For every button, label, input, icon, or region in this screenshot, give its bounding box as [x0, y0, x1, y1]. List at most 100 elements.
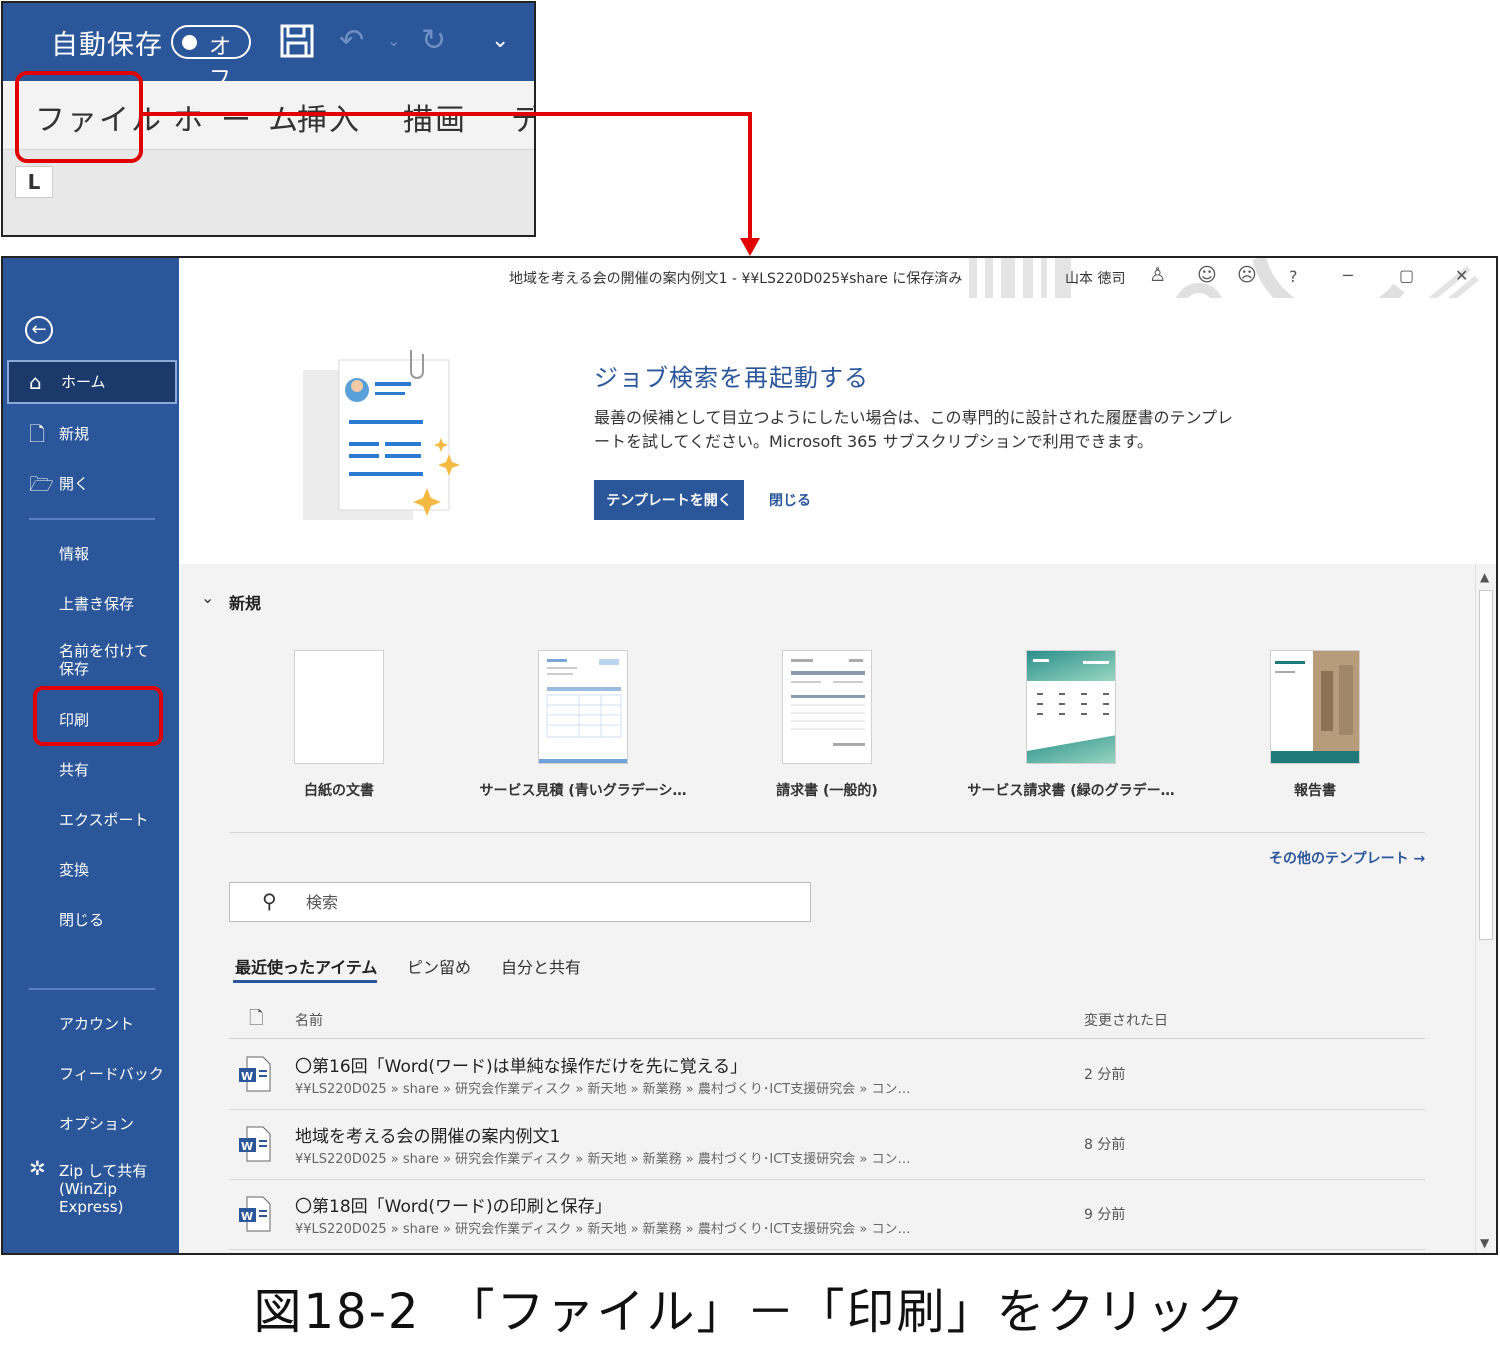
- sidebar-item-new[interactable]: 🗋 新規: [3, 412, 179, 456]
- vertical-scrollbar[interactable]: ▲ ▼: [1475, 564, 1496, 1253]
- sidebar-item-label: フィードバック: [59, 1065, 164, 1083]
- tab-insert[interactable]: 挿入: [297, 95, 361, 139]
- minimize-button[interactable]: ─: [1343, 266, 1353, 285]
- sidebar-item-save[interactable]: 上書き保存: [3, 582, 179, 626]
- tab-home[interactable]: ホーム: [173, 95, 316, 139]
- print-highlight-box: [33, 686, 163, 746]
- sidebar-item-home[interactable]: ⌂ ホーム: [7, 360, 177, 404]
- smile-icon[interactable]: ☺: [1197, 264, 1217, 286]
- word-file-icon: W: [239, 1056, 271, 1092]
- winzip-icon: ✲: [29, 1156, 46, 1180]
- promo-banner: ジョブ検索を再起動する 最善の候補として目立つようにしたい場合は、この専門的に設…: [179, 298, 1496, 564]
- sidebar-divider: [29, 518, 155, 520]
- template-thumbnail: [538, 650, 628, 764]
- table-row[interactable]: W 〇第18回「Word(ワード)の印刷と保存」 ¥¥LS220D025 » s…: [229, 1180, 1425, 1250]
- table-row[interactable]: W 〇第16回「Word(ワード)は単純な操作だけを先に覚える」 ¥¥LS220…: [229, 1040, 1425, 1110]
- column-header-name[interactable]: 名前: [295, 1010, 323, 1030]
- sidebar-item-transform[interactable]: 変換: [3, 848, 179, 892]
- template-service-invoice-green[interactable]: サービス請求書 (緑のグラデー…: [961, 650, 1181, 810]
- sidebar-item-options[interactable]: オプション: [3, 1102, 179, 1146]
- figure-caption: 図18-2 「ファイル」－「印刷」をクリック: [253, 1284, 1247, 1340]
- undo-icon[interactable]: ↶: [339, 23, 364, 59]
- scroll-up-icon[interactable]: ▲: [1480, 570, 1489, 584]
- sidebar-item-info[interactable]: 情報: [3, 532, 179, 576]
- word-file-icon: W: [239, 1126, 271, 1162]
- template-blank[interactable]: 白紙の文書: [229, 650, 449, 810]
- svg-text:W: W: [241, 1140, 253, 1153]
- section-divider: [229, 832, 1425, 833]
- search-input[interactable]: [306, 889, 786, 915]
- undo-dropdown-icon[interactable]: ⌄: [387, 23, 400, 59]
- sidebar-item-label: ホーム: [61, 373, 106, 391]
- scrollbar-thumb[interactable]: [1479, 590, 1493, 940]
- file-path: ¥¥LS220D025 » share » 研究会作業ディスク » 新天地 » …: [295, 1222, 911, 1237]
- close-banner-link[interactable]: 閉じる: [769, 490, 811, 510]
- template-thumbnail: [294, 650, 384, 764]
- modified-time: 8 分前: [1084, 1137, 1126, 1153]
- sidebar-item-label: 上書き保存: [59, 595, 135, 613]
- tab-stop-selector[interactable]: L: [15, 166, 53, 198]
- sidebar-item-share[interactable]: 共有: [3, 748, 179, 792]
- back-arrow-icon[interactable]: ←: [25, 316, 53, 344]
- resume-illustration-icon: [303, 350, 460, 520]
- template-thumbnail: [782, 650, 872, 764]
- sidebar-item-zip-share[interactable]: ✲ Zip して共有 (WinZip Express): [3, 1158, 163, 1228]
- backstage-window: ← ⌂ ホーム 🗋 新規 🗁 開く 情報 上書き保存 名前を付けて保存 印刷 共…: [1, 256, 1498, 1255]
- document-icon: 🗋: [29, 422, 46, 446]
- sidebar-item-account[interactable]: アカウント: [3, 1002, 179, 1046]
- arrow-head-icon: [740, 238, 760, 256]
- backstage-sidebar: ← ⌂ ホーム 🗋 新規 🗁 開く 情報 上書き保存 名前を付けて保存 印刷 共…: [3, 258, 179, 1253]
- template-caption: サービス請求書 (緑のグラデー…: [967, 783, 1175, 799]
- template-caption: 白紙の文書: [304, 783, 374, 799]
- template-caption: 請求書 (一般的): [776, 783, 878, 799]
- sidebar-item-label: 変換: [59, 861, 90, 879]
- template-caption: サービス見積 (青いグラデーシ…: [479, 783, 687, 799]
- sidebar-item-label: 共有: [59, 761, 90, 779]
- table-row[interactable]: W 地域を考える会の開催の案内例文1 ¥¥LS220D025 » share »…: [229, 1110, 1425, 1180]
- sidebar-item-open[interactable]: 🗁 開く: [3, 462, 179, 506]
- tab-shared-with-me[interactable]: 自分と共有: [501, 954, 581, 978]
- sidebar-item-label: 開く: [59, 475, 90, 493]
- connector-line: [140, 112, 752, 116]
- autosave-toggle[interactable]: オフ: [171, 25, 251, 92]
- file-name: 地域を考える会の開催の案内例文1: [295, 1127, 561, 1147]
- template-thumbnail: [1026, 650, 1116, 764]
- folder-icon: 🗁: [29, 472, 54, 496]
- template-invoice-general[interactable]: 請求書 (一般的): [717, 650, 937, 810]
- template-service-quote-blue[interactable]: サービス見積 (青いグラデーシ…: [473, 650, 693, 810]
- sidebar-item-label: アカウント: [59, 1015, 135, 1033]
- template-report[interactable]: 報告書: [1205, 650, 1425, 810]
- customize-qat-icon[interactable]: ⌄: [491, 23, 509, 59]
- file-path: ¥¥LS220D025 » share » 研究会作業ディスク » 新天地 » …: [295, 1082, 911, 1097]
- close-window-button[interactable]: ✕: [1455, 266, 1468, 285]
- tab-design[interactable]: デ: [511, 95, 534, 139]
- sidebar-item-feedback[interactable]: フィードバック: [3, 1052, 179, 1096]
- save-icon[interactable]: [279, 23, 315, 68]
- chevron-down-icon[interactable]: ⌄: [201, 588, 214, 607]
- column-header-modified[interactable]: 変更された日: [1084, 1010, 1168, 1030]
- banner-text: 最善の候補として目立つようにしたい場合は、この専門的に設計された履歴書のテンプレ…: [594, 408, 1234, 451]
- autosave-label: 自動保存: [51, 30, 163, 61]
- user-icon[interactable]: ♙: [1149, 264, 1166, 286]
- more-templates-link[interactable]: その他のテンプレート →: [1269, 848, 1425, 868]
- open-template-button[interactable]: テンプレートを開く: [594, 480, 744, 520]
- scroll-down-icon[interactable]: ▼: [1480, 1236, 1489, 1250]
- sidebar-item-label: エクスポート: [59, 811, 149, 829]
- redo-icon[interactable]: ↻: [421, 23, 446, 59]
- tab-draw[interactable]: 描画: [403, 95, 467, 139]
- file-name: 〇第18回「Word(ワード)の印刷と保存」: [295, 1197, 612, 1217]
- sidebar-item-export[interactable]: エクスポート: [3, 798, 179, 842]
- word-file-icon: W: [239, 1196, 271, 1232]
- search-box[interactable]: ⚲: [229, 882, 811, 922]
- tab-pinned[interactable]: ピン留め: [407, 954, 471, 978]
- active-tab-indicator: [233, 980, 377, 983]
- frown-icon[interactable]: ☹: [1237, 264, 1257, 286]
- quick-access-toolbar: 自動保存 オフ ↶ ⌄ ↻ ⌄: [3, 3, 534, 92]
- help-button[interactable]: ?: [1289, 267, 1298, 286]
- file-path: ¥¥LS220D025 » share » 研究会作業ディスク » 新天地 » …: [295, 1152, 911, 1167]
- connector-line-vertical: [748, 112, 752, 240]
- tab-recent[interactable]: 最近使ったアイテム: [235, 954, 377, 978]
- maximize-button[interactable]: ▢: [1399, 266, 1414, 285]
- header-divider: [229, 1038, 1425, 1039]
- sidebar-item-close[interactable]: 閉じる: [3, 898, 179, 942]
